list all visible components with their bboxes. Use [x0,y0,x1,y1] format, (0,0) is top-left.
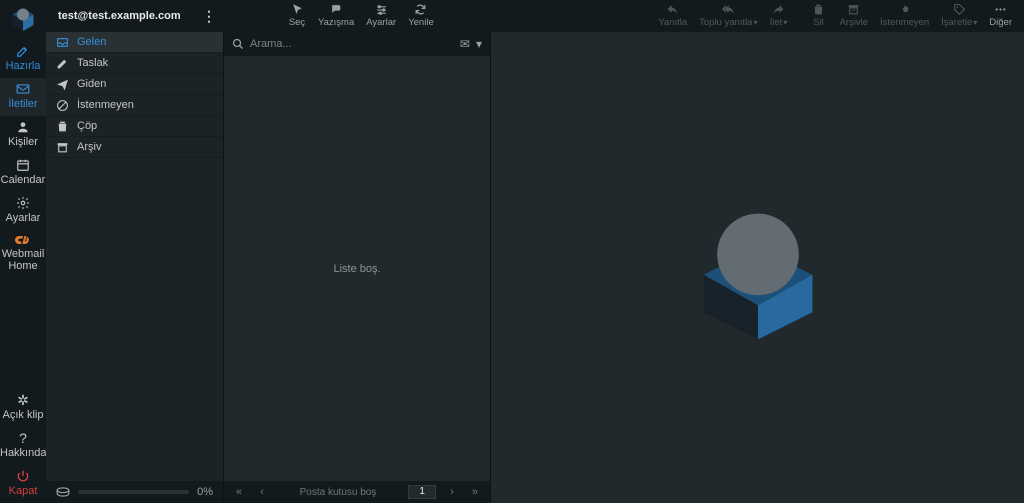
tag-icon [953,3,966,16]
snowflake-icon: ✲ [0,393,46,407]
calendar-icon [16,158,30,172]
toolbar-forward[interactable]: İlet▾ [763,3,793,28]
pager-prev[interactable]: ‹ [256,486,268,498]
cpanel-icon [15,234,31,246]
toolbar-select[interactable]: Seç [282,3,312,28]
ban-icon [56,99,69,112]
search-bar: ✉ ▾ [224,32,490,56]
nav-mail[interactable]: İletiler [0,78,46,116]
quota-bar: 0% [46,481,223,503]
help-icon: ? [0,431,46,445]
nav-logout[interactable]: Kapat [0,465,46,503]
thread-icon [330,3,343,16]
folder-junk[interactable]: İstenmeyen [46,95,223,116]
folder-archive[interactable]: Arşiv [46,137,223,158]
toolbar-message: Yanıtla Toplu yanıtla▾ İlet▾ Sil Arşivle [652,0,1018,32]
trash-folder-icon [56,120,69,133]
list-empty-message: Liste boş. [224,56,490,481]
message-list: ✉ ▾ Liste boş. « ‹ Posta kutusu boş 1 › … [224,32,491,503]
search-icon [232,38,244,50]
folder-drafts[interactable]: Taslak [46,53,223,74]
disk-icon [56,487,70,497]
account-menu-icon[interactable]: ⋮ [202,8,216,25]
sliders-icon [375,3,388,16]
folder-inbox[interactable]: Gelen [46,32,223,53]
toolbar-more[interactable]: Diğer [983,3,1018,28]
toolbar-delete[interactable]: Sil [803,3,833,28]
archive-icon [847,3,860,16]
toolbar-thread[interactable]: Yazışma [312,3,360,28]
app-logo-icon [8,4,38,34]
more-icon [994,3,1007,16]
toolbar-reply-all[interactable]: Toplu yanıtla▾ [693,3,763,28]
pager-next[interactable]: › [446,486,458,498]
search-options-icon[interactable]: ▾ [476,37,482,51]
header: test@test.example.com ⋮ Seç Yazışma Ayar… [46,0,1024,32]
pager-page[interactable]: 1 [408,485,436,499]
folder-label: İstenmeyen [77,99,134,111]
nav-webmail-home[interactable]: Webmail Home [0,230,46,278]
folder-label: Arşiv [77,141,101,153]
nav-theme[interactable]: ✲ Açık klip [0,389,46,427]
cursor-icon [291,3,304,16]
contacts-icon [16,120,30,134]
folder-label: Taslak [77,57,108,69]
search-input[interactable] [250,38,454,50]
nav-contacts[interactable]: Kişiler [0,116,46,154]
toolbar-compose: Seç Yazışma Ayarlar Yenile [282,0,440,32]
folder-trash[interactable]: Çöp [46,116,223,137]
toolbar-archive[interactable]: Arşivle [833,3,874,28]
preview-pane [491,32,1024,503]
pager-first[interactable]: « [232,486,246,498]
nav-compose[interactable]: Hazırla [0,40,46,78]
nav-calendar[interactable]: Calendar [0,154,46,192]
pencil-icon [56,57,69,70]
archive-folder-icon [56,141,69,154]
toolbar-list-options[interactable]: Ayarlar [360,3,402,28]
inbox-icon [56,36,69,49]
reply-icon [666,3,679,16]
folder-label: Çöp [77,120,97,132]
compose-icon [16,44,30,58]
power-icon [16,469,30,483]
gear-icon [16,196,30,210]
nav-settings[interactable]: Ayarlar [0,192,46,230]
watermark-icon [673,183,843,353]
folder-list: Gelen Taslak Giden İstenmeyen Çöp [46,32,224,503]
toolbar-reply[interactable]: Yanıtla [652,3,693,28]
folder-label: Giden [77,78,106,90]
toolbar-mark[interactable]: İşaretle▾ [935,3,983,28]
folder-sent[interactable]: Giden [46,74,223,95]
pager-status: Posta kutusu boş [278,487,398,498]
side-nav: Hazırla İletiler Kişiler Calendar Ayarla… [0,0,46,503]
nav-about[interactable]: ? Hakkında [0,427,46,465]
refresh-icon [414,3,427,16]
quota-percent: 0% [197,486,213,498]
sent-icon [56,78,69,91]
toolbar-junk[interactable]: İstenmeyen [874,3,935,28]
trash-icon [812,3,825,16]
toolbar-refresh[interactable]: Yenile [402,3,440,28]
list-pager: « ‹ Posta kutusu boş 1 › » [224,481,490,503]
forward-icon [772,3,785,16]
mail-icon [16,82,30,96]
pager-last[interactable]: » [468,486,482,498]
folder-label: Gelen [77,36,106,48]
fire-icon [898,3,911,16]
reply-all-icon [722,3,735,16]
account-label: test@test.example.com ⋮ [46,0,224,32]
search-scope-mail-icon[interactable]: ✉ [460,37,470,51]
